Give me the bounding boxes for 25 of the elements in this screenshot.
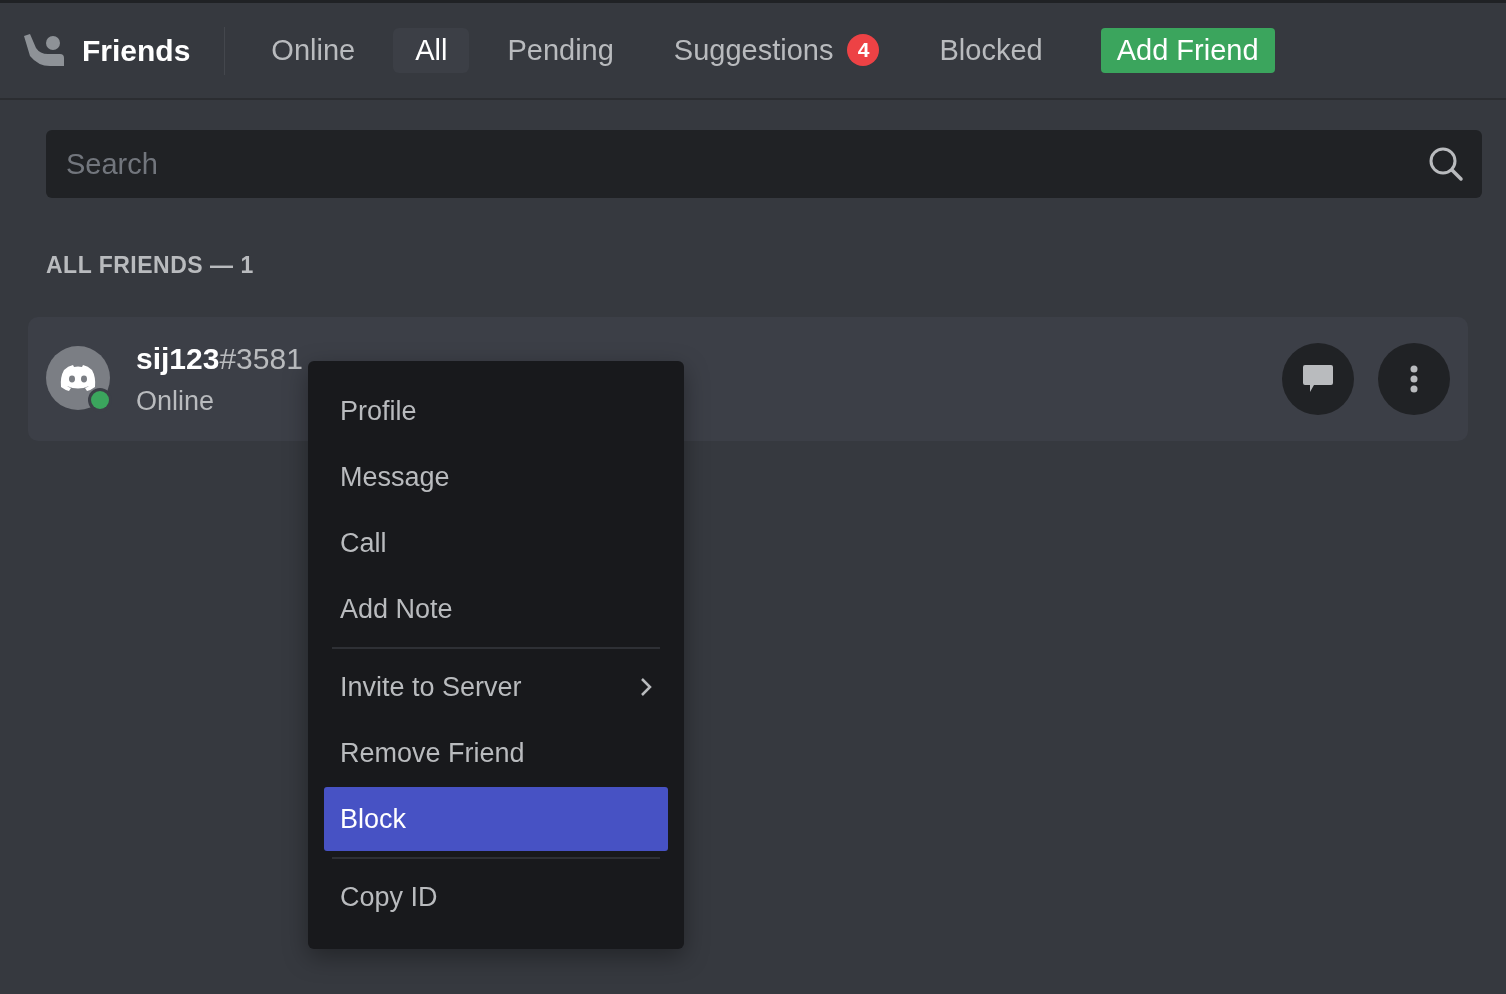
menu-item[interactable]: Profile [324, 379, 668, 443]
menu-item[interactable]: Copy ID [324, 865, 668, 929]
friend-status: Online [136, 384, 216, 418]
avatar-icon [46, 345, 112, 412]
more-icon [1410, 364, 1418, 393]
friends-icon [22, 33, 66, 68]
search-field[interactable]: Search [46, 130, 1482, 198]
page-title: Friends [82, 33, 191, 69]
menu-item[interactable]: Message [324, 445, 668, 509]
tab[interactable]: Suggestions 4 [651, 28, 902, 73]
tab[interactable]: Online [249, 28, 378, 73]
tab[interactable]: Pending [485, 28, 636, 73]
section-label: ALL FRIENDS — 1 [46, 251, 255, 280]
friend-name: sij123#3581 [136, 340, 303, 377]
tab[interactable]: All [393, 28, 470, 73]
menu-item[interactable]: Block [324, 787, 668, 851]
menu-item[interactable]: Call [324, 511, 668, 575]
search-icon [1428, 146, 1464, 182]
menu-item[interactable]: Add Note [324, 577, 668, 641]
menu-item[interactable]: Remove Friend [324, 721, 668, 785]
menu-item[interactable]: Invite to Server [324, 655, 668, 719]
count-badge: 4 [847, 34, 880, 67]
chevron-right-icon [640, 677, 652, 697]
chat-bubble-icon [1302, 363, 1334, 394]
tab[interactable]: Blocked [917, 28, 1065, 73]
